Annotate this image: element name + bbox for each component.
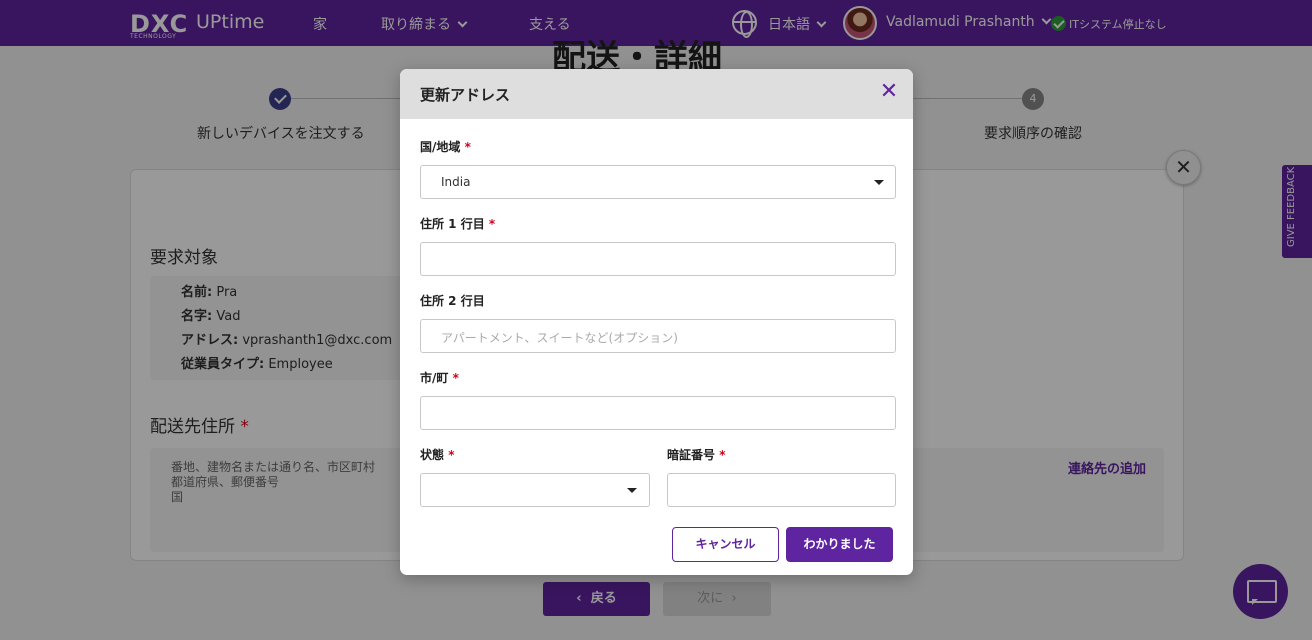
address-line1-label: 住所 1 行目 * bbox=[420, 217, 496, 231]
caret-down-icon bbox=[874, 180, 884, 185]
country-select[interactable]: India bbox=[420, 165, 896, 199]
close-icon[interactable]: ✕ bbox=[878, 81, 900, 103]
city-label: 市/町 * bbox=[420, 371, 459, 385]
state-select[interactable] bbox=[420, 473, 650, 507]
caret-down-icon bbox=[627, 488, 637, 493]
address-line2-input[interactable]: アパートメント、スイートなど(オプション) bbox=[420, 319, 896, 353]
country-label: 国/地域 * bbox=[420, 140, 471, 154]
address-line1-input[interactable] bbox=[420, 242, 896, 276]
pin-label: 暗証番号 * bbox=[667, 448, 726, 462]
modal-title: 更新アドレス bbox=[420, 86, 511, 104]
country-value: India bbox=[441, 175, 471, 189]
confirm-button[interactable]: わかりました bbox=[786, 527, 893, 562]
state-label: 状態 * bbox=[420, 448, 455, 462]
update-address-modal: 更新アドレス ✕ 国/地域 * India 住所 1 行目 * 住所 2 行目 … bbox=[400, 69, 913, 575]
address-line2-placeholder: アパートメント、スイートなど(オプション) bbox=[441, 331, 678, 345]
city-input[interactable] bbox=[420, 396, 896, 430]
pin-input[interactable] bbox=[667, 473, 896, 507]
address-line2-label: 住所 2 行目 bbox=[420, 294, 485, 308]
cancel-button[interactable]: キャンセル bbox=[672, 527, 779, 562]
modal-header: 更新アドレス ✕ bbox=[400, 69, 913, 119]
